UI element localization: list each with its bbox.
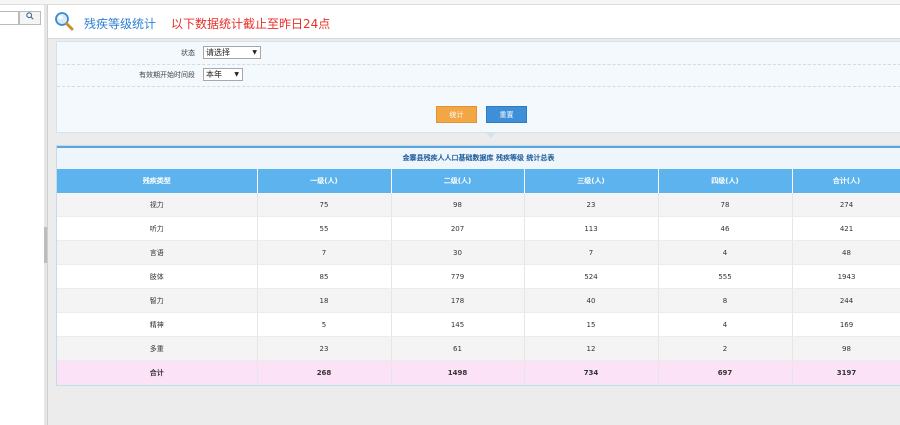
table-cell: 40 <box>524 288 659 313</box>
column-header: 三级(人) <box>524 169 659 193</box>
status-select-value: 请选择 <box>206 48 230 57</box>
table-cell: 61 <box>391 336 525 361</box>
top-strip-text: ...... ...... ...... <box>2 0 47 2</box>
total-row: 合计 268 1498 734 697 3197 <box>57 360 900 385</box>
table-cell: 555 <box>658 264 793 289</box>
total-cell: 3197 <box>792 360 900 385</box>
table-cell: 85 <box>257 264 392 289</box>
panel-notch <box>486 133 496 138</box>
table-cell: 113 <box>524 216 659 241</box>
column-header: 合计(人) <box>792 169 900 193</box>
table-row: 精神 5 145 15 4 169 <box>57 312 900 337</box>
table-row: 智力 18 178 40 8 244 <box>57 288 900 313</box>
table-cell: 7 <box>257 240 392 265</box>
table-cell: 178 <box>391 288 525 313</box>
table-row: 多重 23 61 12 2 98 <box>57 336 900 361</box>
splitter-handle[interactable] <box>44 227 47 263</box>
table-cell: 244 <box>792 288 900 313</box>
chevron-down-icon: ▼ <box>234 71 239 78</box>
total-cell: 734 <box>524 360 659 385</box>
table-cell: 48 <box>792 240 900 265</box>
table-cell: 智力 <box>57 288 258 313</box>
table-cell: 4 <box>658 240 793 265</box>
table-cell: 8 <box>658 288 793 313</box>
table-cell: 274 <box>792 193 900 217</box>
search-icon[interactable] <box>19 11 41 25</box>
table-cell: 779 <box>391 264 525 289</box>
table-cell: 75 <box>257 193 392 217</box>
table-cell: 98 <box>391 193 525 217</box>
table-cell: 1943 <box>792 264 900 289</box>
page-note: 以下数据统计截止至昨日24点 <box>171 17 331 31</box>
total-cell: 合计 <box>57 360 258 385</box>
total-cell: 268 <box>257 360 392 385</box>
table-cell: 听力 <box>57 216 258 241</box>
table-cell: 精神 <box>57 312 258 337</box>
table-cell: 18 <box>257 288 392 313</box>
table-cell: 视力 <box>57 193 258 217</box>
table-row: 言语 7 30 7 4 48 <box>57 240 900 265</box>
period-select[interactable]: 本年 ▼ <box>203 68 243 81</box>
table-cell: 言语 <box>57 240 258 265</box>
table-cell: 5 <box>257 312 392 337</box>
left-search <box>0 11 41 25</box>
table-row: 听力 55 207 113 46 421 <box>57 216 900 241</box>
table-row: 视力 75 98 23 78 274 <box>57 193 900 217</box>
stat-button[interactable]: 统计 <box>436 106 477 123</box>
left-search-input[interactable] <box>0 11 19 25</box>
table-cell: 169 <box>792 312 900 337</box>
table-cell: 7 <box>524 240 659 265</box>
table-cell: 12 <box>524 336 659 361</box>
table-cell: 524 <box>524 264 659 289</box>
stats-table: 残疾类型 一级(人) 二级(人) 三级(人) 四级(人) 合计(人) 视力 75… <box>57 169 900 385</box>
filter-row-period: 有效期开始时间段 本年 ▼ <box>57 64 900 87</box>
status-label: 状态 <box>181 49 195 57</box>
table-cell: 多重 <box>57 336 258 361</box>
report-title: 金寨县残疾人人口基础数据库 残疾等级 统计总表 <box>57 146 900 169</box>
table-cell: 78 <box>658 193 793 217</box>
column-header: 四级(人) <box>658 169 793 193</box>
period-select-value: 本年 <box>206 70 222 79</box>
table-cell: 55 <box>257 216 392 241</box>
status-select[interactable]: 请选择 ▼ <box>203 46 261 59</box>
table-cell: 207 <box>391 216 525 241</box>
table-cell: 46 <box>658 216 793 241</box>
filter-panel: 状态 请选择 ▼ 有效期开始时间段 本年 ▼ 统计 重置 <box>56 41 900 133</box>
column-header: 一级(人) <box>257 169 392 193</box>
table-cell: 肢体 <box>57 264 258 289</box>
column-header: 残疾类型 <box>57 169 258 193</box>
column-header: 二级(人) <box>391 169 525 193</box>
chevron-down-icon: ▼ <box>252 49 257 56</box>
magnifier-icon <box>55 12 74 31</box>
table-body: 视力 75 98 23 78 274 听力 55 207 113 46 421 … <box>57 193 900 385</box>
table-cell: 4 <box>658 312 793 337</box>
period-label: 有效期开始时间段 <box>139 71 195 79</box>
main-content: 残疾等级统计 以下数据统计截止至昨日24点 状态 请选择 ▼ 有效期开始时间段 本… <box>48 5 900 425</box>
reset-button[interactable]: 重置 <box>486 106 527 123</box>
table-cell: 30 <box>391 240 525 265</box>
page-title: 残疾等级统计 <box>84 17 157 31</box>
table-cell: 145 <box>391 312 525 337</box>
title-bar: 残疾等级统计 以下数据统计截止至昨日24点 <box>48 5 900 39</box>
table-cell: 2 <box>658 336 793 361</box>
table-row: 肢体 85 779 524 555 1943 <box>57 264 900 289</box>
report-table: 金寨县残疾人人口基础数据库 残疾等级 统计总表 残疾类型 一级(人) 二级(人)… <box>56 145 900 386</box>
filter-row-status: 状态 请选择 ▼ <box>57 42 900 65</box>
table-cell: 421 <box>792 216 900 241</box>
left-panel <box>0 5 45 425</box>
table-cell: 23 <box>257 336 392 361</box>
table-header-row: 残疾类型 一级(人) 二级(人) 三级(人) 四级(人) 合计(人) <box>57 169 900 193</box>
total-cell: 1498 <box>391 360 525 385</box>
table-cell: 23 <box>524 193 659 217</box>
total-cell: 697 <box>658 360 793 385</box>
table-cell: 15 <box>524 312 659 337</box>
table-cell: 98 <box>792 336 900 361</box>
